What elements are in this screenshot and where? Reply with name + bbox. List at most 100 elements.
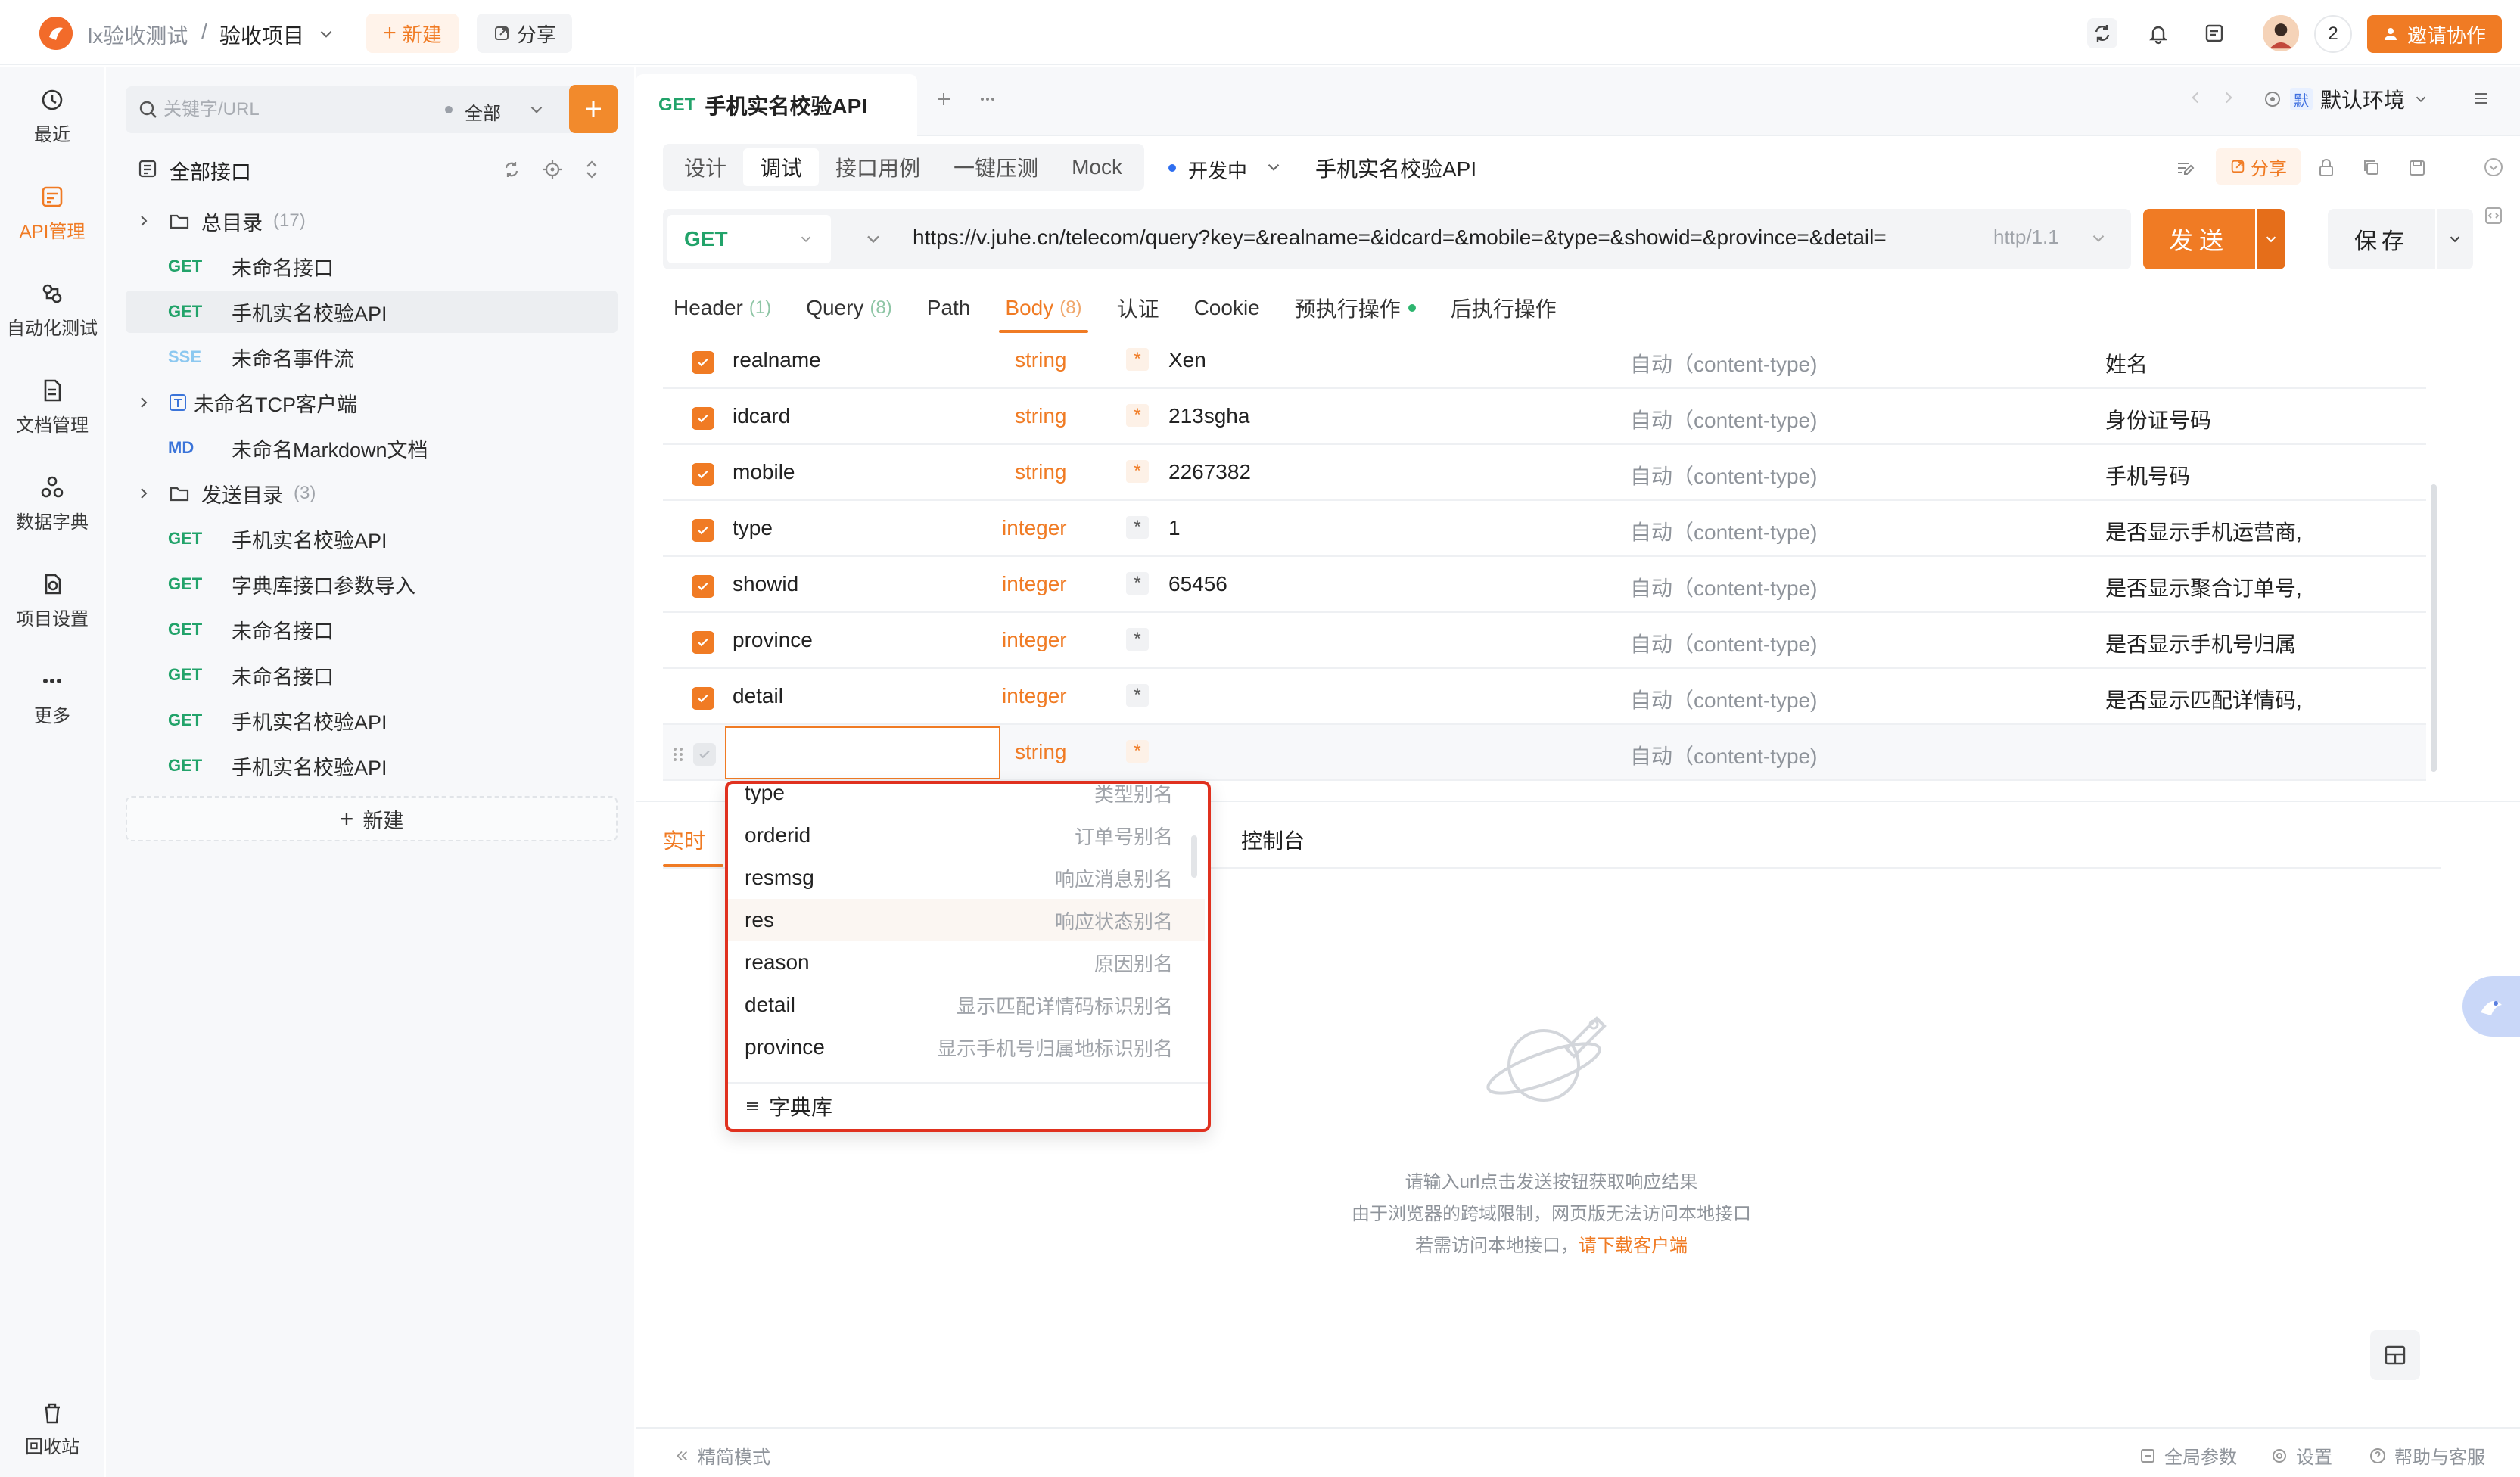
tab-load-test[interactable]: 一键压测 (937, 148, 1055, 186)
param-name[interactable]: detail (733, 684, 783, 708)
tab-pre-script[interactable]: 预执行操作 (1284, 283, 1426, 333)
avatar[interactable] (2261, 14, 2301, 53)
param-name[interactable]: realname (733, 348, 821, 372)
chevron-circle-icon[interactable] (2482, 156, 2505, 179)
required-mark[interactable]: * (1126, 516, 1149, 539)
param-type[interactable]: string (1015, 460, 1128, 484)
compact-mode-button[interactable]: 精简模式 (674, 1442, 770, 1469)
checkbox[interactable] (692, 407, 714, 430)
assistant-float-button[interactable] (2462, 976, 2520, 1037)
chevron-down-icon[interactable] (1264, 157, 1283, 177)
collapse-icon[interactable] (580, 157, 604, 182)
tree-item[interactable]: 未命名TCP客户端 (126, 381, 618, 424)
menu-icon[interactable] (2469, 86, 2493, 110)
method-select[interactable]: GET (667, 215, 831, 263)
global-params-button[interactable]: 全局参数 (2139, 1442, 2237, 1469)
checkbox[interactable] (692, 687, 714, 710)
send-dropdown[interactable] (2257, 209, 2285, 269)
checkbox[interactable] (692, 519, 714, 542)
param-type[interactable]: integer (1002, 684, 1115, 708)
param-type[interactable]: integer (1002, 628, 1115, 652)
param-value[interactable]: 1 (1168, 516, 1181, 540)
plus-icon[interactable] (932, 88, 955, 110)
checkbox[interactable] (693, 743, 716, 766)
chevron-down-icon[interactable] (316, 24, 336, 44)
list-item[interactable]: orderid 订单号别名 (728, 814, 1205, 857)
more-icon[interactable] (976, 88, 999, 110)
share-api-button[interactable]: 分享 (2216, 148, 2301, 185)
copy-icon[interactable] (2360, 156, 2384, 180)
rail-item-settings[interactable]: 项目设置 (0, 569, 104, 630)
tab-cookie[interactable]: Cookie (1184, 283, 1271, 333)
tab-query[interactable]: Query (8) (795, 283, 903, 333)
tree-item[interactable]: GET 未命名接口 (126, 654, 618, 696)
param-description[interactable]: 是否显示匹配详情码, (2105, 684, 2302, 714)
tab-header[interactable]: Header (1) (663, 283, 782, 333)
param-value[interactable]: 213sgha (1168, 404, 1249, 428)
chevron-down-icon[interactable] (863, 229, 884, 250)
tab-console[interactable]: 控制台 (1241, 825, 1305, 855)
param-name[interactable]: type (733, 516, 773, 540)
param-name[interactable]: idcard (733, 404, 790, 428)
refresh-icon[interactable] (499, 157, 524, 182)
list-item[interactable]: type 类型别名 (728, 784, 1205, 814)
breadcrumb-team[interactable]: lx验收测试 (88, 20, 188, 50)
tree-folder[interactable]: 发送目录 (3) (126, 472, 618, 515)
param-type[interactable]: string (1015, 348, 1128, 372)
list-item[interactable]: reason 原因别名 (728, 941, 1205, 984)
list-item[interactable]: detail 显示匹配详情码标识别名 (728, 984, 1205, 1026)
tree-new-button[interactable]: + 新建 (126, 796, 618, 841)
required-mark[interactable]: * (1126, 628, 1149, 651)
breadcrumb-project[interactable]: 验收项目 (219, 20, 304, 50)
param-name[interactable]: province (733, 628, 813, 652)
param-description[interactable]: 身份证号码 (2105, 404, 2211, 434)
locate-icon[interactable] (540, 157, 565, 182)
required-mark[interactable]: * (1126, 404, 1149, 427)
checkbox[interactable] (692, 463, 714, 486)
chevron-left-icon[interactable] (2186, 88, 2205, 107)
rail-item-recent[interactable]: 最近 (0, 85, 104, 146)
share-button[interactable]: 分享 (477, 14, 572, 53)
environment-select[interactable]: 默 默认环境 (2263, 80, 2452, 118)
param-description[interactable]: 是否显示手机运营商, (2105, 516, 2302, 546)
tab-auth[interactable]: 认证 (1106, 283, 1170, 333)
param-content-type[interactable]: 自动（content-type) (1630, 404, 1817, 434)
tree-item[interactable]: GET 未命名接口 (126, 245, 618, 288)
rail-item-trash[interactable]: 回收站 (0, 1400, 104, 1458)
tab-mock[interactable]: Mock (1055, 148, 1139, 186)
param-type[interactable]: string (1015, 404, 1128, 428)
list-item-hover[interactable]: res 响应状态别名 (728, 899, 1205, 941)
scope-select[interactable]: 全部 (465, 98, 501, 125)
tab-realtime[interactable]: 实时 (663, 825, 705, 855)
rail-item-docs[interactable]: 文档管理 (0, 375, 104, 437)
param-description[interactable]: 是否显示手机号归属 (2105, 628, 2296, 658)
param-name[interactable]: mobile (733, 460, 795, 484)
rail-item-more[interactable]: 更多 (0, 666, 104, 727)
tree-item[interactable]: GET 字典库接口参数导入 (126, 563, 618, 605)
app-logo-icon[interactable] (39, 17, 73, 50)
dictionary-footer[interactable]: 字典库 (728, 1082, 1208, 1129)
tab-debug[interactable]: 调试 (743, 148, 820, 186)
tree-item[interactable]: GET 未命名接口 (126, 608, 618, 651)
list-item[interactable]: resmsg 响应消息别名 (728, 857, 1205, 899)
save-icon[interactable] (2405, 156, 2429, 180)
list-item[interactable]: province 显示手机号归属地标识别名 (728, 1026, 1205, 1068)
chevron-down-icon[interactable] (527, 100, 546, 120)
lock-icon[interactable] (2314, 156, 2338, 180)
required-mark[interactable]: * (1126, 684, 1149, 707)
required-mark[interactable]: * (1126, 572, 1149, 595)
param-type[interactable]: string (1015, 740, 1128, 764)
param-description[interactable]: 姓名 (2105, 348, 2148, 378)
tree-item[interactable]: GET 手机实名校验API (126, 699, 618, 742)
tab-body[interactable]: Body (8) (994, 283, 1092, 333)
checkbox[interactable] (692, 631, 714, 654)
tree-item[interactable]: GET 手机实名校验API (126, 518, 618, 560)
help-button[interactable]: 帮助与客服 (2369, 1442, 2485, 1469)
edit-icon[interactable] (2173, 156, 2198, 180)
add-item-button[interactable] (569, 85, 618, 133)
message-icon[interactable] (2199, 18, 2229, 48)
tab-request[interactable]: GET 手机实名校验API (636, 74, 917, 136)
param-content-type[interactable]: 自动（content-type) (1630, 348, 1817, 378)
scrollbar[interactable] (1191, 835, 1197, 878)
param-name-input[interactable] (725, 726, 1000, 779)
